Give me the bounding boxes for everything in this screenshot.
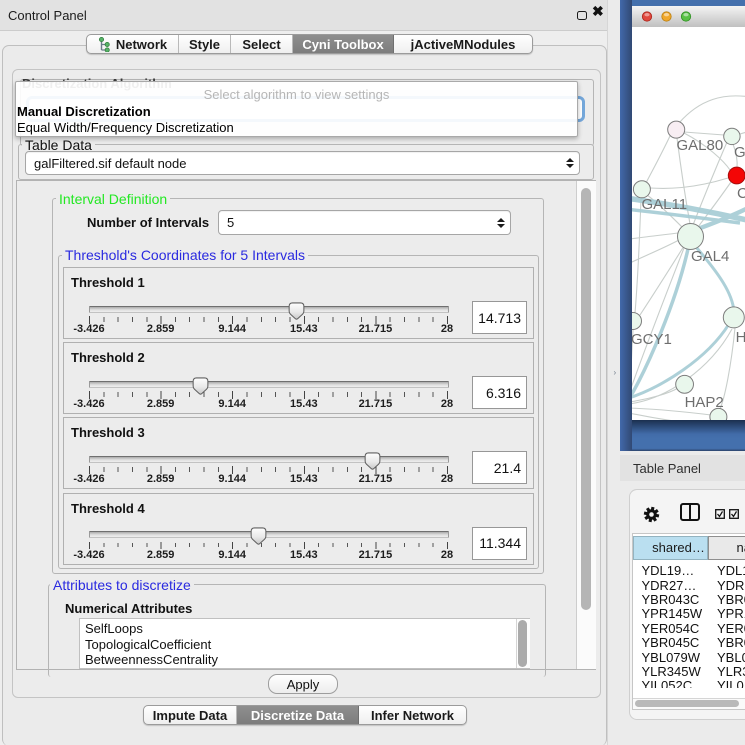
- svg-text:GA: GA: [734, 144, 745, 161]
- svg-text:GAL4: GAL4: [691, 248, 729, 265]
- svg-text:GAL11: GAL11: [642, 196, 688, 213]
- svg-text:GCY1: GCY1: [632, 331, 672, 348]
- svg-text:HAP2: HAP2: [685, 394, 724, 411]
- svg-text:CD: CD: [737, 185, 745, 202]
- svg-text:GAL80: GAL80: [677, 137, 724, 154]
- svg-text:H: H: [736, 329, 745, 346]
